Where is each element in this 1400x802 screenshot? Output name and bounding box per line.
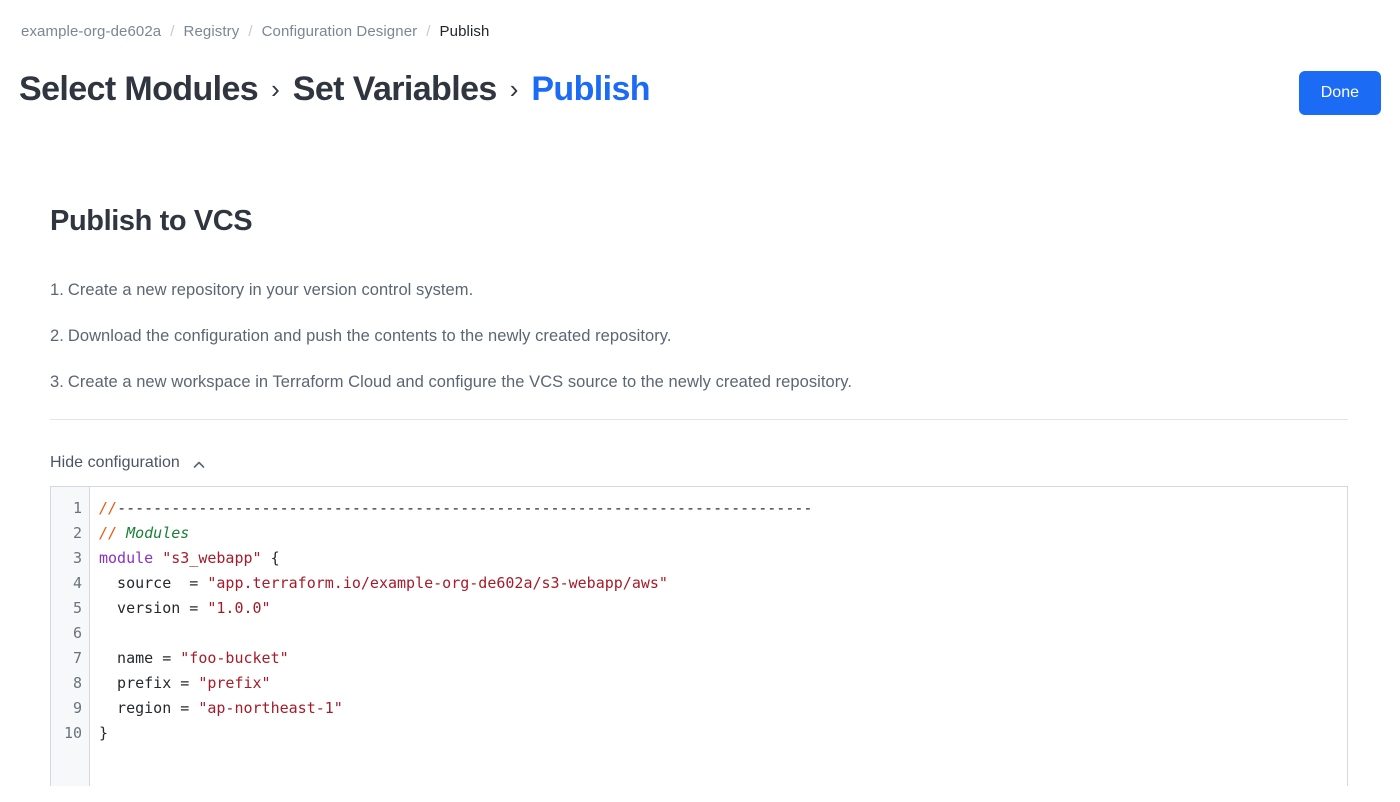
wizard-step-header: Select Modules › Set Variables › Publish [19,70,651,109]
code-token: name = [99,649,181,667]
code-token: "s3_webapp" [162,549,262,567]
code-line-numbers: 1 2 3 4 5 6 7 8 9 10 [51,487,90,786]
code-token: "ap-northeast-1" [198,699,343,717]
instruction-item: 3. Create a new workspace in Terraform Cl… [50,370,1348,394]
code-token: "1.0.0" [207,599,271,617]
code-token: } [99,724,109,742]
code-line-number: 1 [72,499,82,517]
code-line: name = "foo-bucket" [99,646,1347,671]
instruction-number: 3. [50,373,64,391]
code-line-number: 8 [72,674,82,692]
code-token: "foo-bucket" [180,649,289,667]
instruction-text: Download the configuration and push the … [67,327,672,345]
breadcrumb: example-org-de602a / Registry / Configuratio… [21,21,489,43]
breadcrumb-separator: / [170,23,175,40]
code-content[interactable]: //--------------------------------------… [90,487,1347,786]
done-button[interactable]: Done [1298,71,1381,115]
code-token: "prefix" [198,674,271,692]
code-token: // [99,524,118,542]
hide-configuration-label: Hide configuration [50,454,180,471]
code-token: version = [99,599,208,617]
main-content: Publish to VCS 1. Create a new repository… [50,205,1348,786]
code-line-number: 9 [72,699,82,717]
code-line: prefix = "prefix" [99,671,1347,696]
chevron-up-icon [192,457,206,471]
instruction-number: 1. [50,281,64,299]
wizard-step-3[interactable]: Publish [531,70,650,109]
code-token: "app.terraform.io/example-org-de602a/s3-… [207,574,668,592]
section-divider [50,419,1348,420]
step-separator: › [509,74,519,104]
code-token: { [261,549,280,567]
code-token: prefix = [99,674,199,692]
code-line-number: 6 [72,624,82,642]
instruction-item: 1. Create a new repository in your versio… [50,278,1348,302]
code-line: } [99,721,1347,746]
wizard-step-2[interactable]: Set Variables [293,70,497,109]
code-line-number: 4 [72,574,82,592]
breadcrumb-separator: / [426,23,431,40]
instruction-text: Create a new repository in your version … [67,281,474,299]
code-line: module "s3_webapp" { [99,546,1347,571]
code-line: source = "app.terraform.io/example-org-d… [99,571,1347,596]
breadcrumb-item-3[interactable]: Configuration Designer [262,21,418,43]
code-line: region = "ap-northeast-1" [99,696,1347,721]
instruction-text: Create a new workspace in Terraform Clou… [67,373,852,391]
wizard-step-1[interactable]: Select Modules [19,70,259,109]
page-title: Publish to VCS [50,205,253,237]
code-line-number: 2 [72,524,82,542]
code-token: module [99,549,154,567]
instructions-list: 1. Create a new repository in your versio… [50,278,1348,394]
code-line-number: 7 [72,649,82,667]
code-token: ----------------------------------------… [117,499,813,517]
instruction-number: 2. [50,327,64,345]
breadcrumb-separator: / [248,23,253,40]
instruction-item: 2. Download the configuration and push th… [50,324,1348,348]
code-token: Modules [117,524,190,542]
code-line: //--------------------------------------… [99,496,1347,521]
code-line: // Modules [99,521,1347,546]
breadcrumb-item-4: Publish [439,23,490,40]
code-line-number: 3 [72,549,82,567]
code-line: version = "1.0.0" [99,596,1347,621]
breadcrumb-item-2[interactable]: Registry [184,21,240,43]
code-token: // [99,499,118,517]
breadcrumb-item-1[interactable]: example-org-de602a [21,21,161,43]
step-separator: › [271,74,280,104]
configuration-code-panel[interactable]: 1 2 3 4 5 6 7 8 9 10 //--------------------------… [50,486,1348,786]
hide-configuration-toggle[interactable]: Hide configuration [50,452,206,474]
code-token: source = [99,574,208,592]
code-token: region = [99,699,199,717]
code-line-number: 10 [63,724,82,742]
code-line-number: 5 [72,599,82,617]
